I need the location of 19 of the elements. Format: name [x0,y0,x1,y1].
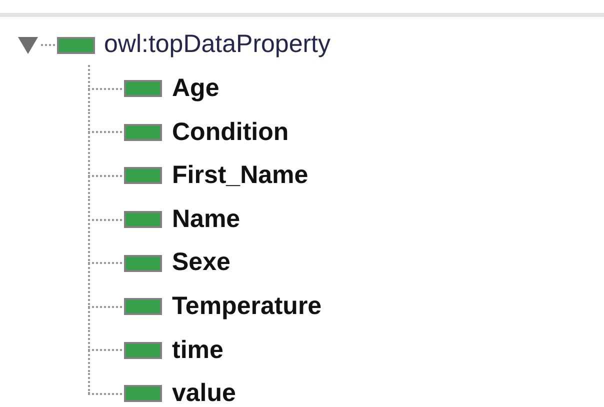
tree-item-label[interactable]: Age [172,70,220,108]
tree-item-label[interactable]: Temperature [172,288,322,326]
tree-item-label[interactable]: value [172,375,236,407]
tree-item-label[interactable]: Name [172,200,240,238]
tree-item-label[interactable]: time [172,332,224,370]
property-icon [124,298,162,316]
property-icon [124,342,162,359]
tree-item-label[interactable]: First_Name [172,157,308,195]
tree-item-label[interactable]: Condition [172,114,289,152]
property-icon [124,124,162,141]
property-icon [124,211,162,228]
tree-item-label[interactable]: Sexe [172,244,230,282]
tree-item-label[interactable]: owl:topDataProperty [104,26,331,64]
property-icon [57,36,95,54]
property-icon [124,385,162,402]
collapse-triangle-icon[interactable] [17,35,39,55]
property-icon [124,254,162,272]
property-icon [124,167,162,184]
property-icon [124,80,162,98]
